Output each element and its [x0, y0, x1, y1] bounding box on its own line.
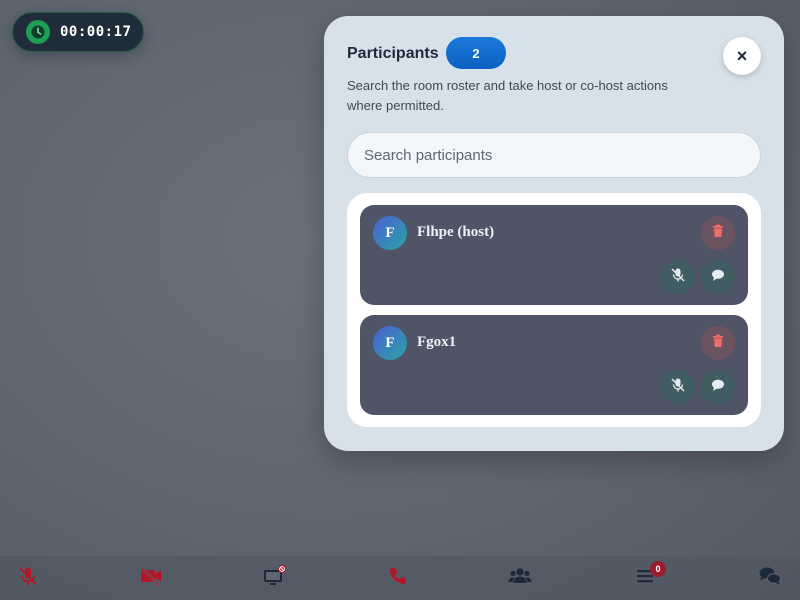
toggle-mic-button[interactable] [16, 566, 40, 590]
chat-button[interactable] [758, 566, 782, 590]
participant-name: Fgox1 [417, 334, 457, 350]
avatar: F [373, 216, 407, 250]
trash-icon [711, 224, 725, 243]
message-participant-button[interactable] [701, 370, 735, 404]
mute-participant-button[interactable] [661, 260, 695, 294]
participants-button[interactable] [508, 566, 532, 590]
video-off-icon [139, 565, 163, 592]
remove-participant-button[interactable] [701, 326, 735, 360]
menu-notification-badge: 0 [650, 561, 666, 577]
trash-icon [711, 334, 725, 353]
participant-row: F Fgox1 [360, 315, 748, 415]
participant-list: F Flhpe (host) F Fgox1 [347, 193, 761, 427]
screen-share-disabled-icon [262, 564, 288, 593]
panel-title: Participants [347, 45, 439, 62]
share-screen-button[interactable] [262, 564, 288, 593]
remove-participant-button[interactable] [701, 216, 735, 250]
avatar: F [373, 326, 407, 360]
call-stage: 00:00:17 Participants 2 × Search the roo… [0, 0, 800, 600]
chat-bubble-icon [711, 378, 725, 397]
call-timer: 00:00:17 [12, 12, 144, 52]
mic-muted-icon [17, 565, 39, 592]
hang-up-button[interactable] [386, 566, 410, 590]
toggle-video-button[interactable] [139, 565, 163, 592]
call-toolbar [0, 556, 800, 600]
participant-count-badge: 2 [446, 37, 506, 69]
chat-bubble-icon [711, 268, 725, 287]
participant-name: Flhpe (host) [417, 224, 495, 240]
participants-panel: Participants 2 × Search the room roster … [324, 16, 784, 451]
participants-icon [508, 566, 532, 591]
hang-up-icon [388, 566, 408, 591]
mic-muted-icon [670, 267, 686, 288]
mute-participant-button[interactable] [661, 370, 695, 404]
panel-description: Search the room roster and take host or … [347, 78, 668, 113]
chat-icon [758, 565, 782, 592]
participant-row: F Flhpe (host) [360, 205, 748, 305]
close-button[interactable]: × [723, 37, 761, 75]
message-participant-button[interactable] [701, 260, 735, 294]
clock-icon [26, 20, 50, 44]
mic-muted-icon [670, 377, 686, 398]
elapsed-time: 00:00:17 [60, 24, 132, 40]
search-participants-input[interactable] [347, 132, 761, 178]
